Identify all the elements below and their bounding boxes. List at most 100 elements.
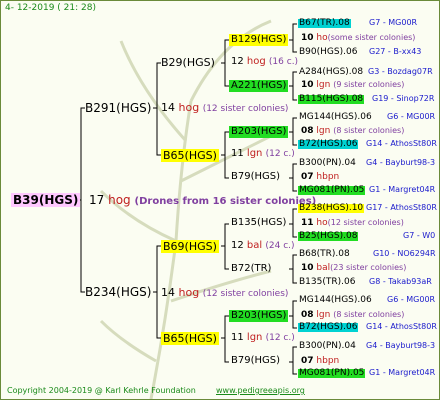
gen2-note-3: (12 c.) bbox=[265, 333, 295, 343]
gen1-note-0: (12 sister colonies) bbox=[202, 104, 289, 114]
gen3-word-4: ho bbox=[316, 218, 328, 228]
gen2-note-1: (12 c.) bbox=[265, 149, 295, 159]
gen4-left-7: MG081(PN).05 bbox=[298, 185, 366, 195]
gen2-word-2: bal bbox=[246, 240, 263, 251]
gen4-left-3: B115(HGS).08 bbox=[298, 94, 365, 104]
footer-site-link[interactable]: www.pedigreeapis.org bbox=[216, 387, 305, 395]
gen3-note-6: (8 sister colonies) bbox=[333, 310, 405, 319]
gen3-word-3: hbpn bbox=[316, 172, 340, 182]
gen4-right-2: G3 - Bozdag07R bbox=[368, 67, 433, 76]
gen3-count-3: 07 bbox=[301, 172, 314, 182]
gen3-count-5: 10 bbox=[301, 263, 314, 273]
gen3-word-0: ho bbox=[316, 33, 328, 43]
gen2-label-3: B65(HGS) bbox=[161, 332, 219, 345]
gen2-info-1: 11 lgn (12 c.) bbox=[231, 149, 295, 159]
gen1-info-0: 14 hog (12 sister colonies) bbox=[161, 102, 288, 114]
gen3-count-6: 08 bbox=[301, 310, 314, 320]
gen3-label-6: B203(HGS) bbox=[229, 310, 289, 322]
gen3-word-1: lgn bbox=[316, 80, 331, 90]
gen3-note-5: (23 sister colonies) bbox=[330, 263, 407, 272]
gen3-info-3: 07 hbpn bbox=[301, 173, 339, 182]
gen4-left-13: B72(HGS).06 bbox=[298, 322, 359, 332]
gen3-count-0: 10 bbox=[301, 33, 314, 43]
gen4-left-12: MG144(HGS).06 bbox=[299, 295, 372, 305]
header-date: 4- 12-2019 ( 21: 28) bbox=[5, 3, 96, 13]
gen2-info-2: 12 bal (24 c.) bbox=[231, 241, 295, 251]
gen4-right-4: G6 - MG00R bbox=[387, 112, 436, 121]
gen3-label-7: B79(HGS) bbox=[231, 355, 281, 366]
gen3-label-1: A221(HGS) bbox=[229, 80, 289, 92]
gen4-right-14: G4 - Bayburt98-3 bbox=[366, 341, 436, 350]
gen4-right-1: G27 - B-xx43 bbox=[369, 47, 422, 56]
gen4-right-11: G8 - Takab93aR bbox=[369, 277, 432, 286]
gen3-info-6: 08 lgn (8 sister colonies) bbox=[301, 311, 404, 320]
gen2-count-2: 12 bbox=[231, 240, 244, 251]
gen2-count-0: 12 bbox=[231, 56, 244, 67]
gen3-note-4: (12 sister colonies) bbox=[327, 218, 404, 227]
gen1-count-0: 14 bbox=[161, 101, 175, 114]
gen4-left-11: B135(TR).06 bbox=[299, 277, 356, 287]
gen3-note-0: (some sister colonies) bbox=[327, 33, 416, 42]
gen4-right-5: G14 - AthosSt80R bbox=[366, 139, 437, 148]
gen3-label-3: B79(HGS) bbox=[231, 171, 281, 182]
gen4-right-3: G19 - Sinop72R bbox=[372, 94, 435, 103]
gen4-right-10: G10 - NO6294R bbox=[373, 249, 436, 258]
footer-copyright: Copyright 2004-2019 @ Karl Kehrle Founda… bbox=[7, 386, 196, 395]
gen4-left-9: B25(HGS).08 bbox=[298, 231, 359, 241]
gen2-info-0: 12 hog (16 c.) bbox=[231, 57, 298, 67]
gen3-word-2: lgn bbox=[316, 126, 331, 136]
gen3-count-2: 08 bbox=[301, 126, 314, 136]
gen2-label-2: B69(HGS) bbox=[161, 240, 219, 253]
gen4-left-14: B300(PN).04 bbox=[299, 341, 356, 351]
gen4-right-8: G17 - AthosSt80R bbox=[366, 203, 437, 212]
gen4-right-15: G1 - Margret04R bbox=[369, 368, 436, 377]
root-count-line: 17 hog (Drones from 16 sister colonies) bbox=[89, 194, 316, 207]
gen3-label-0: B129(HGS) bbox=[229, 34, 289, 46]
gen3-word-6: lgn bbox=[316, 310, 331, 320]
gen4-left-1: B90(HGS).06 bbox=[299, 47, 358, 57]
gen4-right-9: G7 - W0 bbox=[403, 231, 436, 240]
gen4-right-12: G6 - MG00R bbox=[387, 295, 436, 304]
gen1-label-0: B291(HGS) bbox=[85, 101, 152, 115]
gen3-count-7: 07 bbox=[301, 356, 314, 366]
gen3-word-5: bal bbox=[316, 263, 331, 273]
gen3-info-2: 08 lgn (8 sister colonies) bbox=[301, 127, 404, 136]
gen2-count-3: 11 bbox=[231, 332, 244, 343]
root-word: hog bbox=[108, 193, 131, 207]
gen1-note-1: (12 sister colonies) bbox=[202, 289, 289, 299]
gen3-label-4: B135(HGS) bbox=[231, 217, 287, 228]
gen3-word-7: hbpn bbox=[316, 356, 340, 366]
gen2-note-2: (24 c.) bbox=[265, 241, 295, 251]
gen3-label-5: B72(TR) bbox=[231, 263, 272, 274]
gen2-word-1: lgn bbox=[246, 148, 263, 159]
gen2-label-0: B29(HGS) bbox=[161, 56, 215, 69]
gen4-left-15: MG081(PN).05 bbox=[298, 368, 366, 378]
gen1-count-1: 14 bbox=[161, 286, 175, 299]
gen4-left-4: MG144(HGS).06 bbox=[299, 112, 372, 122]
gen1-word-1: hog bbox=[178, 286, 200, 299]
gen4-left-8: B238(HGS).10 bbox=[298, 203, 365, 213]
gen3-info-7: 07 hbpn bbox=[301, 357, 339, 366]
gen3-info-1: 10 lgn (9 sister colonies) bbox=[301, 81, 404, 90]
gen2-note-0: (16 c.) bbox=[268, 57, 299, 67]
gen2-word-0: hog bbox=[246, 56, 266, 67]
gen3-note-2: (8 sister colonies) bbox=[333, 126, 405, 135]
gen4-right-6: G4 - Bayburt98-3 bbox=[366, 158, 436, 167]
gen4-left-10: B68(TR).08 bbox=[299, 249, 350, 259]
gen3-note-1: (9 sister colonies) bbox=[333, 80, 405, 89]
gen1-info-1: 14 hog (12 sister colonies) bbox=[161, 287, 288, 299]
gen1-label-1: B234(HGS) bbox=[85, 285, 152, 299]
gen3-count-4: 11 bbox=[301, 218, 314, 228]
gen2-label-1: B65(HGS) bbox=[161, 149, 219, 162]
gen1-word-0: hog bbox=[178, 101, 200, 114]
gen4-right-7: G1 - Margret04R bbox=[369, 185, 436, 194]
pedigree-chart: 4- 12-2019 ( 21: 28) B39(HGS) 17 hog (Dr… bbox=[0, 0, 440, 400]
root-count: 17 bbox=[89, 193, 105, 207]
gen4-right-13: G14 - AthosSt80R bbox=[366, 322, 437, 331]
gen3-count-1: 10 bbox=[301, 80, 314, 90]
gen4-left-5: B72(HGS).06 bbox=[298, 139, 359, 149]
root-label: B39(HGS) bbox=[11, 193, 81, 207]
gen4-left-2: A284(HGS).08 bbox=[299, 67, 364, 77]
gen4-right-0: G7 - MG00R bbox=[369, 18, 418, 27]
gen4-left-6: B300(PN).04 bbox=[299, 158, 356, 168]
